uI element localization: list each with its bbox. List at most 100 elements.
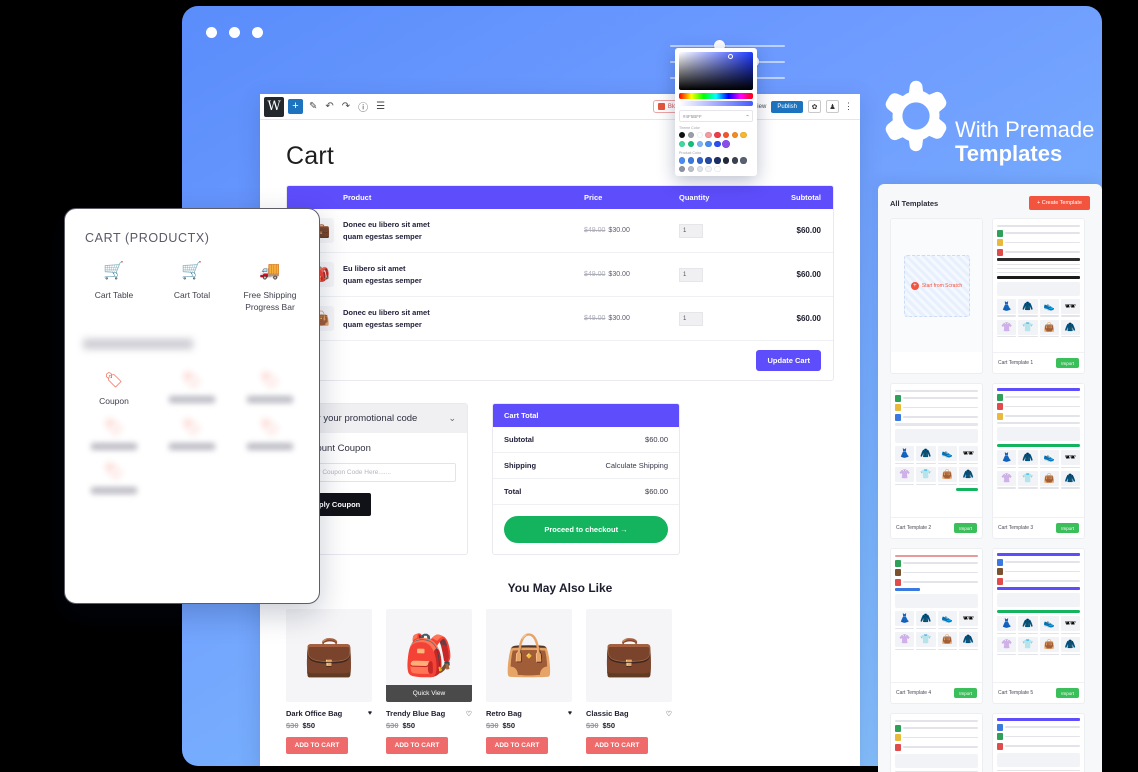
block-item-blurred[interactable]: 🏷 — [231, 371, 309, 406]
template-card[interactable] — [992, 713, 1085, 772]
swatch[interactable] — [696, 132, 703, 139]
saturation-field[interactable] — [679, 52, 753, 90]
wishlist-heart-icon[interactable]: ♡ — [466, 710, 472, 718]
theme-color-swatches[interactable] — [679, 132, 753, 149]
swatch[interactable] — [740, 157, 747, 164]
list-view-icon[interactable]: ☰ — [374, 101, 387, 112]
plugin-icon[interactable]: ♟ — [826, 100, 839, 113]
swatch[interactable] — [740, 132, 747, 139]
saturation-handle[interactable] — [727, 54, 733, 60]
briefcase-icon[interactable]: 💼 — [286, 609, 372, 702]
wishlist-heart-icon[interactable]: ♥ — [568, 710, 572, 717]
chevron-down-icon[interactable]: ⌄ — [448, 413, 456, 424]
block-item-blurred[interactable]: 🏷 — [153, 418, 231, 451]
template-card[interactable]: 👗 🧥 👟 🕶 👚 👕 👜 🧥 — [992, 548, 1085, 704]
swatch[interactable] — [679, 140, 686, 148]
briefcase-icon[interactable]: 💼 — [586, 609, 672, 702]
swatch[interactable] — [731, 157, 739, 164]
swatch[interactable] — [696, 165, 703, 173]
alpha-slider[interactable] — [679, 101, 753, 106]
template-card[interactable]: 👗 🧥 👟 🕶 👚 👕 👜 🧥 — [890, 383, 983, 539]
info-icon[interactable]: ⓘ — [356, 99, 370, 114]
import-button[interactable]: Import — [954, 688, 977, 698]
block-item-free-shipping[interactable]: 🚚 Free Shipping Progress Bar — [231, 261, 309, 313]
swatch[interactable] — [687, 140, 695, 148]
swatch[interactable] — [731, 132, 739, 139]
swatch[interactable] — [687, 165, 695, 173]
coupon-code-input[interactable]: Enter Coupon Code Here....... — [298, 463, 456, 482]
import-button[interactable]: Import — [1056, 358, 1079, 368]
swatch[interactable] — [679, 165, 686, 173]
add-block-button[interactable]: + — [288, 99, 303, 114]
swatch[interactable] — [722, 157, 730, 164]
backpack-icon[interactable]: 🎒 Quick View — [386, 609, 472, 702]
window-dot-3[interactable] — [252, 27, 263, 38]
redo-icon[interactable]: ↷ — [340, 101, 352, 112]
swatch[interactable] — [679, 132, 686, 139]
hex-input-row[interactable]: #4F5BFF ⌁ — [679, 110, 753, 122]
color-picker-popup[interactable]: #4F5BFF ⌁ Theme Color Product Color — [675, 48, 757, 177]
swatch[interactable] — [714, 132, 721, 139]
add-to-cart-button[interactable]: ADD TO CART — [486, 737, 548, 754]
swatch[interactable] — [722, 132, 730, 139]
quantity-stepper[interactable]: 1 — [679, 223, 703, 238]
quantity-stepper[interactable]: 1 — [679, 267, 703, 282]
template-card[interactable]: 👗 🧥 👟 🕶 👚 👕 👜 🧥 — [890, 548, 983, 704]
add-to-cart-button[interactable]: ADD TO CART — [586, 737, 648, 754]
import-button[interactable]: Import — [1056, 523, 1079, 533]
add-to-cart-button[interactable]: ADD TO CART — [386, 737, 448, 754]
swatch[interactable] — [679, 157, 686, 164]
wishlist-heart-icon[interactable]: ♡ — [666, 710, 672, 718]
window-controls[interactable] — [206, 27, 263, 38]
template-card-scratch[interactable]: + Start from Scratch — [890, 218, 983, 374]
block-item-coupon[interactable]: 🏷 Coupon — [75, 371, 153, 406]
block-item-blurred[interactable]: 🏷 — [153, 371, 231, 406]
import-button[interactable]: Import — [1056, 688, 1079, 698]
swatch[interactable] — [696, 140, 703, 148]
template-card[interactable] — [890, 713, 983, 772]
slider-1-track[interactable] — [670, 45, 785, 47]
hue-slider[interactable] — [679, 93, 753, 99]
pencil-icon[interactable]: ✎ — [307, 101, 319, 112]
block-item-blurred[interactable]: 🏷 — [75, 418, 153, 451]
product-card[interactable]: 👜 Retro Bag ♥ $30 $50 ADD TO CART — [486, 609, 572, 754]
swatch-selected[interactable] — [721, 139, 731, 149]
window-dot-1[interactable] — [206, 27, 217, 38]
eyedropper-icon[interactable]: ⌁ — [746, 113, 749, 119]
product-card[interactable]: 🎒 Quick View Trendy Blue Bag ♡ $30 $50 AD… — [386, 609, 472, 754]
update-cart-button[interactable]: Update Cart — [756, 350, 821, 371]
satchel-icon[interactable]: 👜 — [486, 609, 572, 702]
gear-icon[interactable]: ✿ — [808, 100, 821, 113]
calculate-shipping-link[interactable]: Calculate Shipping — [605, 461, 668, 470]
swatch[interactable] — [705, 140, 712, 148]
swatch[interactable] — [714, 157, 721, 164]
kebab-menu-icon[interactable]: ⋮ — [844, 101, 853, 112]
product-card[interactable]: 💼 Dark Office Bag ♥ $30 $50 ADD TO CART — [286, 609, 372, 754]
product-card[interactable]: 💼 Classic Bag ♡ $30 $50 ADD TO CART — [586, 609, 672, 754]
template-card[interactable]: 👗 🧥 👟 🕶 👚 👕 👜 🧥 — [992, 383, 1085, 539]
publish-button[interactable]: Publish — [771, 100, 803, 113]
block-item-blurred[interactable]: 🏷 — [231, 418, 309, 451]
hex-input[interactable]: #4F5BFF — [683, 114, 702, 119]
swatch[interactable] — [705, 157, 712, 164]
swatch[interactable] — [705, 132, 712, 139]
swatch[interactable] — [687, 157, 695, 164]
product-color-swatches[interactable] — [679, 157, 753, 173]
swatch[interactable] — [714, 165, 721, 173]
swatch[interactable] — [705, 165, 712, 173]
swatch[interactable] — [714, 140, 721, 148]
import-button[interactable]: Import — [954, 523, 977, 533]
undo-icon[interactable]: ↶ — [323, 101, 335, 112]
wordpress-logo-icon[interactable]: W — [264, 96, 284, 117]
window-dot-2[interactable] — [229, 27, 240, 38]
swatch[interactable] — [687, 132, 695, 139]
block-item-cart-total[interactable]: 🛒 Cart Total — [153, 261, 231, 313]
add-to-cart-button[interactable]: ADD TO CART — [286, 737, 348, 754]
block-item-cart-table[interactable]: 🛒 Cart Table — [75, 261, 153, 313]
swatch[interactable] — [696, 157, 703, 164]
proceed-to-checkout-button[interactable]: Proceed to checkout → — [504, 516, 668, 543]
template-card[interactable]: 👗 🧥 👟 🕶 👚 👕 👜 🧥 — [992, 218, 1085, 374]
start-from-scratch-thumb[interactable]: + Start from Scratch — [891, 219, 982, 352]
quick-view-button[interactable]: Quick View — [386, 685, 472, 702]
wishlist-heart-icon[interactable]: ♥ — [368, 710, 372, 717]
